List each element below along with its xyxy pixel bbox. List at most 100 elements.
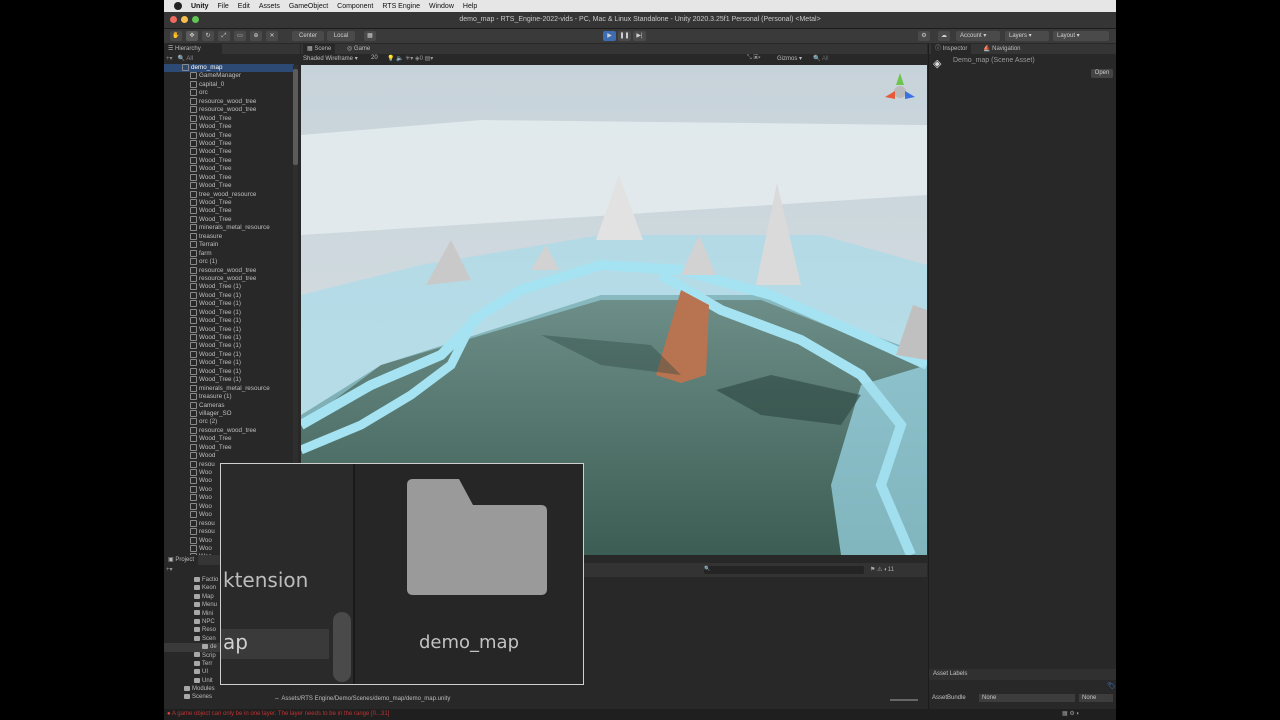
hierarchy-item[interactable]: Wood_Tree — [164, 207, 294, 215]
collab-icon[interactable]: ⚙ — [918, 31, 930, 41]
tab-navigation[interactable]: ⛵ Navigation — [979, 44, 1025, 54]
custom-tool-icon[interactable]: ✕ — [266, 31, 278, 41]
hierarchy-item[interactable]: minerals_metal_resource — [164, 384, 294, 393]
pivot-center-toggle[interactable]: Center — [292, 31, 324, 41]
project-folder-item[interactable]: Modules — [164, 685, 284, 693]
scene-view-toggles[interactable]: 💡 🔈 ✳▾ ◈0 ▤▾ — [387, 55, 433, 62]
icon-size-slider[interactable] — [890, 699, 918, 701]
move-tool-icon[interactable]: ✥ — [186, 31, 198, 41]
tab-inspector[interactable]: ⓘ Inspector — [931, 44, 972, 54]
hierarchy-item[interactable]: orc — [164, 89, 294, 97]
hierarchy-item[interactable]: Wood_Tree — [164, 148, 294, 156]
scene-tools-icon[interactable]: ⤡ ▣▾ — [747, 55, 761, 62]
menu-assets[interactable]: Assets — [259, 3, 280, 10]
step-button[interactable]: ▶| — [633, 31, 646, 41]
hierarchy-search[interactable]: +▾ 🔍 All — [166, 55, 296, 64]
play-button[interactable]: ▶ — [603, 31, 616, 41]
hierarchy-item[interactable]: Wood_Tree (1) — [164, 325, 294, 334]
layout-dropdown[interactable]: Layout ▾ — [1053, 31, 1109, 41]
hierarchy-item[interactable]: Wood_Tree (1) — [164, 376, 294, 384]
status-icons[interactable]: ▦ ⚙ ◐ — [1062, 709, 1080, 720]
hierarchy-item[interactable]: resource_wood_tree — [164, 266, 294, 275]
hierarchy-item[interactable]: treasure — [164, 232, 294, 241]
hierarchy-item[interactable]: Wood_Tree — [164, 182, 294, 190]
transform-tool-icon[interactable]: ⊕ — [250, 31, 262, 41]
hierarchy-item[interactable]: Wood_Tree (1) — [164, 367, 294, 376]
open-button[interactable]: Open — [1091, 69, 1113, 78]
pivot-local-toggle[interactable]: Local — [327, 31, 355, 41]
menu-file[interactable]: File — [218, 3, 229, 10]
hierarchy-item[interactable]: Wood_Tree (1) — [164, 291, 294, 300]
gizmos-dropdown[interactable]: Gizmos ▾ — [777, 55, 802, 62]
folder-icon[interactable] — [407, 479, 547, 595]
hierarchy-item[interactable]: Wood_Tree (1) — [164, 308, 294, 317]
hierarchy-item[interactable]: villager_SO — [164, 409, 294, 418]
hierarchy-root-demo-map[interactable]: demo_map — [164, 64, 294, 73]
pause-button[interactable]: ❚❚ — [618, 31, 631, 41]
hierarchy-item[interactable]: Wood_Tree (1) — [164, 317, 294, 325]
menu-rts-engine[interactable]: RTS Engine — [382, 3, 420, 10]
hierarchy-item[interactable]: Wood_Tree (1) — [164, 334, 294, 342]
hierarchy-item[interactable]: tree_wood_resource — [164, 190, 294, 199]
hierarchy-item[interactable]: resource_wood_tree — [164, 106, 294, 114]
grid-snap-icon[interactable]: ▦ — [364, 31, 376, 41]
hierarchy-item[interactable]: Wood_Tree (1) — [164, 342, 294, 350]
hierarchy-item[interactable]: Wood — [164, 452, 294, 460]
label-tag-icon[interactable]: 🏷 — [1107, 682, 1116, 690]
menu-gameobject[interactable]: GameObject — [289, 3, 328, 10]
menu-unity[interactable]: Unity — [191, 3, 209, 10]
hierarchy-item[interactable]: Wood_Tree — [164, 199, 294, 207]
hierarchy-item[interactable]: Wood_Tree — [164, 165, 294, 173]
layers-dropdown[interactable]: Layers ▾ — [1005, 31, 1049, 41]
tab-scene[interactable]: ▦ Scene — [303, 44, 336, 54]
hierarchy-item[interactable]: resource_wood_tree — [164, 97, 294, 106]
hierarchy-item[interactable]: Wood_Tree — [164, 114, 294, 123]
apple-icon[interactable] — [174, 2, 182, 10]
tab-hierarchy[interactable]: ☰ Hierarchy — [164, 44, 222, 54]
hierarchy-item[interactable]: Wood_Tree — [164, 156, 294, 165]
hierarchy-item[interactable]: farm — [164, 249, 294, 258]
menu-edit[interactable]: Edit — [238, 3, 250, 10]
hierarchy-item[interactable]: minerals_metal_resource — [164, 224, 294, 232]
hierarchy-item[interactable]: Wood_Tree — [164, 443, 294, 452]
hand-tool-icon[interactable]: ✋ — [170, 31, 182, 41]
hierarchy-item[interactable]: Wood_Tree (1) — [164, 350, 294, 359]
hierarchy-item[interactable]: GameManager — [164, 72, 294, 80]
hierarchy-item[interactable]: Wood_Tree — [164, 215, 294, 224]
hierarchy-item[interactable]: resource_wood_tree — [164, 274, 294, 283]
hierarchy-item[interactable]: Wood_Tree — [164, 435, 294, 443]
hierarchy-item[interactable]: Wood_Tree — [164, 139, 294, 148]
hierarchy-item[interactable]: Wood_Tree (1) — [164, 300, 294, 308]
overlay-scrollbar[interactable] — [333, 612, 351, 682]
hierarchy-item[interactable]: Wood_Tree — [164, 173, 294, 182]
rect-tool-icon[interactable]: ▭ — [234, 31, 246, 41]
scale-tool-icon[interactable]: ⤢ — [218, 31, 230, 41]
asset-variant-dropdown[interactable]: None — [1079, 694, 1113, 702]
menu-window[interactable]: Window — [429, 3, 454, 10]
asset-bundle-dropdown[interactable]: None — [979, 694, 1075, 702]
hierarchy-item[interactable]: resource_wood_tree — [164, 426, 294, 435]
hierarchy-item[interactable]: Cameras — [164, 401, 294, 410]
rotate-tool-icon[interactable]: ↻ — [202, 31, 214, 41]
hierarchy-item[interactable]: capital_0 — [164, 80, 294, 89]
console-filter-icons[interactable]: ⚑ ⚠ ◐11 — [870, 566, 894, 573]
hierarchy-item[interactable]: Wood_Tree — [164, 123, 294, 131]
hierarchy-item[interactable]: Terrain — [164, 241, 294, 249]
project-folder-item[interactable]: Scenes — [164, 693, 284, 701]
menu-component[interactable]: Component — [337, 3, 373, 10]
hierarchy-item[interactable]: orc (2) — [164, 418, 294, 426]
account-dropdown[interactable]: Account ▾ — [956, 31, 1000, 41]
tab-game[interactable]: ◎ Game — [343, 44, 374, 54]
hierarchy-item[interactable]: Wood_Tree (1) — [164, 283, 294, 291]
hierarchy-item[interactable]: Wood_Tree — [164, 131, 294, 140]
project-add-button[interactable]: +▾ — [166, 566, 173, 573]
hierarchy-item[interactable]: treasure (1) — [164, 393, 294, 401]
hierarchy-item[interactable]: Wood_Tree (1) — [164, 359, 294, 367]
tab-project[interactable]: ▣ Project — [164, 555, 199, 565]
scene-search[interactable]: 🔍 All — [813, 55, 828, 62]
hierarchy-item[interactable]: orc (1) — [164, 258, 294, 266]
grid-scale[interactable]: 20 — [371, 55, 378, 61]
menu-help[interactable]: Help — [463, 3, 477, 10]
cloud-icon[interactable]: ☁ — [938, 31, 950, 41]
status-error-text[interactable]: A game object can only be in one layer. … — [172, 711, 389, 717]
